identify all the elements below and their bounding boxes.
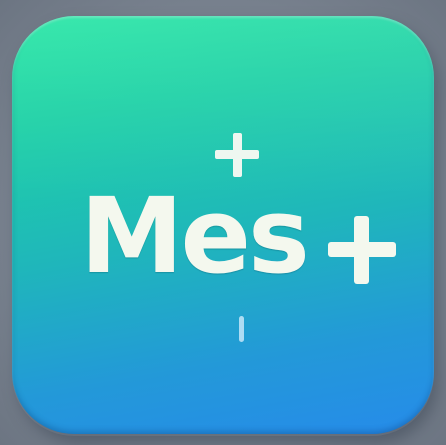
large-plus-vertical-bar: [354, 216, 369, 284]
small-plus-vertical-bar: [233, 133, 242, 177]
small-plus-icon: [215, 133, 259, 177]
wordmark: Mes: [80, 184, 310, 288]
app-icon[interactable]: Mes: [12, 16, 434, 434]
line-mark-icon: [239, 316, 244, 342]
wordmark-text: Mes: [80, 175, 310, 297]
large-plus-icon: [328, 216, 396, 284]
